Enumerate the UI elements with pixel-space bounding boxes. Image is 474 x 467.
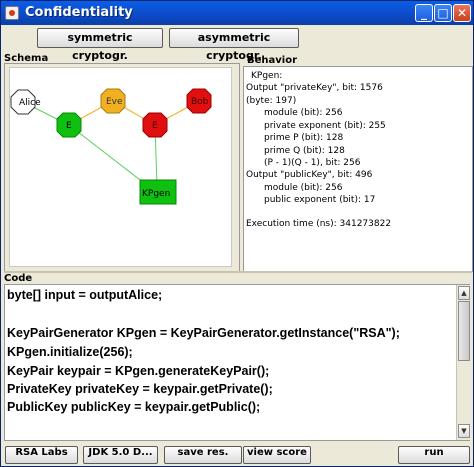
code-line[interactable]: KeyPair keypair = KPgen.generateKeyPair(… (7, 364, 269, 378)
schema-diagram: Alice Eve Bob E E KPgen (10, 88, 212, 205)
decrypt-label: E (152, 121, 158, 131)
title-bar[interactable]: Confidentiality _ □ ✕ (1, 1, 473, 25)
close-button[interactable]: ✕ (453, 4, 471, 22)
behavior-line: prime Q (bit): 128 (264, 146, 345, 156)
code-line[interactable]: KPgen.initialize(256); (7, 345, 133, 359)
behavior-line: module (bit): 256 (264, 108, 343, 118)
window-title: Confidentiality (25, 5, 133, 20)
code-editor[interactable]: byte[] input = outputAlice; KeyPairGener… (4, 284, 470, 441)
code-line[interactable]: PublicKey publicKey = keypair.getPublic(… (7, 400, 260, 414)
code-line[interactable]: byte[] input = outputAlice; (7, 288, 162, 302)
code-line[interactable]: KeyPairGenerator KPgen = KeyPairGenerato… (7, 326, 400, 340)
code-line[interactable]: PrivateKey privateKey = keypair.getPriva… (7, 382, 273, 396)
behavior-line: Execution time (ns): 341273822 (246, 219, 392, 229)
symmetric-cryptography-button[interactable]: symmetric cryptogr. (37, 28, 163, 62)
eve-label: Eve (106, 97, 123, 107)
asymmetric-cryptography-button[interactable]: asymmetric cryptogr. (169, 28, 299, 62)
rsa-labs-button[interactable]: RSA Labs (5, 446, 78, 464)
maximize-button[interactable]: □ (434, 4, 452, 22)
bob-label: Bob (191, 97, 209, 107)
behavior-line: module (bit): 256 (264, 183, 343, 193)
alice-label: Alice (19, 98, 41, 108)
behavior-line: (byte: 197) (246, 96, 297, 106)
app-icon (5, 6, 19, 20)
app-window: Confidentiality _ □ ✕ symmetric cryptogr… (0, 0, 474, 467)
e-label: E (66, 121, 72, 131)
behavior-line: private exponent (bit): 255 (264, 121, 386, 131)
behavior-line: Output "publicKey", bit: 496 (246, 170, 373, 180)
behavior-line: prime P (bit): 128 (264, 133, 344, 143)
view-score-button[interactable]: view score (243, 446, 311, 464)
save-results-button[interactable]: save res. (164, 446, 242, 464)
behavior-label: Behavior (247, 55, 298, 66)
run-button[interactable]: run (398, 446, 470, 464)
minimize-button[interactable]: _ (415, 4, 433, 22)
behavior-panel: KPgen: Output "privateKey", bit: 1576 (b… (243, 66, 473, 272)
behavior-line: Output "privateKey", bit: 1576 (246, 83, 383, 93)
scroll-thumb[interactable] (458, 301, 470, 361)
kpgen-label: KPgen (142, 189, 170, 199)
code-label: Code (4, 273, 33, 284)
behavior-line: KPgen: (251, 71, 283, 81)
behavior-line: (P - 1)(Q - 1), bit: 256 (264, 158, 361, 168)
behavior-line: public exponent (bit): 17 (264, 195, 376, 205)
split-divider[interactable] (4, 271, 472, 273)
code-scrollbar[interactable]: ▲ ▼ (456, 285, 470, 440)
scroll-down-icon[interactable]: ▼ (458, 424, 470, 438)
jdk-docs-button[interactable]: JDK 5.0 D... (83, 446, 158, 464)
scroll-up-icon[interactable]: ▲ (458, 286, 470, 300)
